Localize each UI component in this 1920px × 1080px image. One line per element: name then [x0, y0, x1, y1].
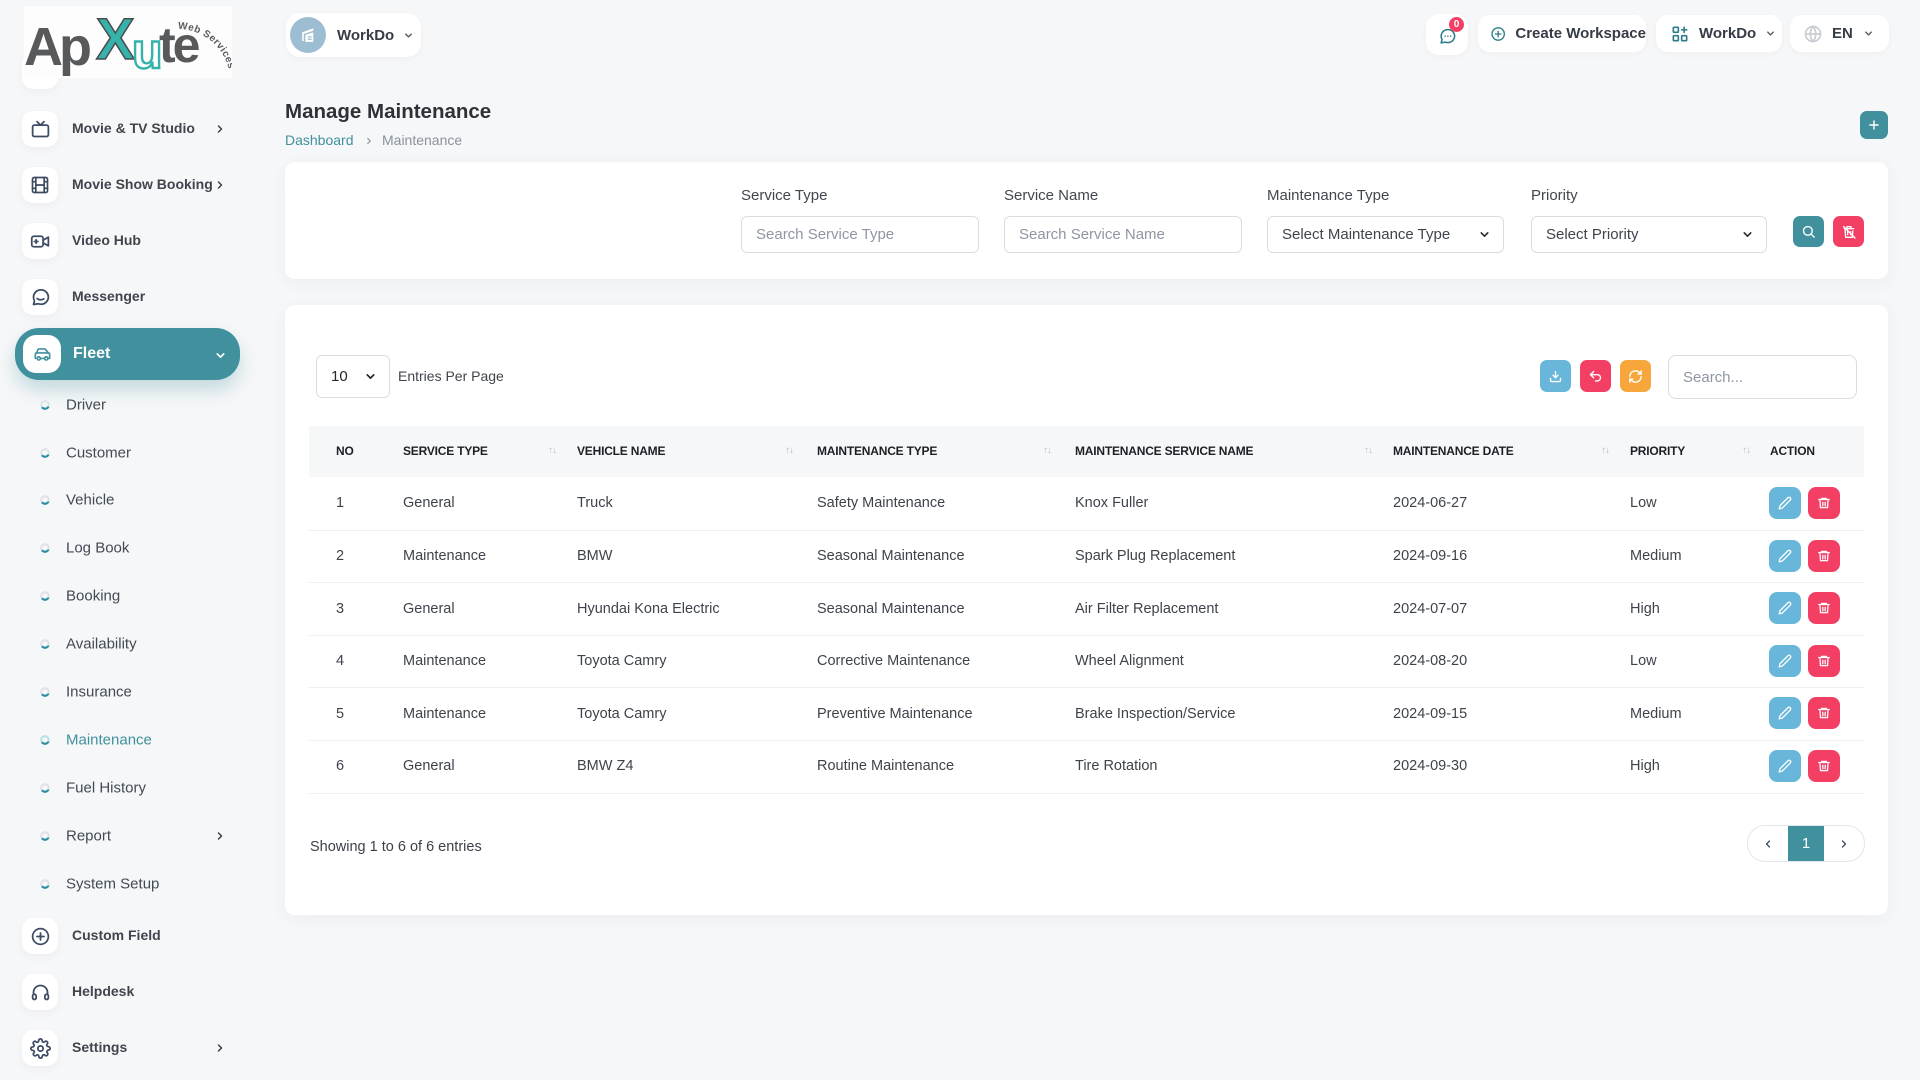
svg-text:X: X [96, 8, 135, 72]
svg-text:Ap: Ap [24, 17, 90, 77]
svg-text:u: u [132, 23, 163, 78]
